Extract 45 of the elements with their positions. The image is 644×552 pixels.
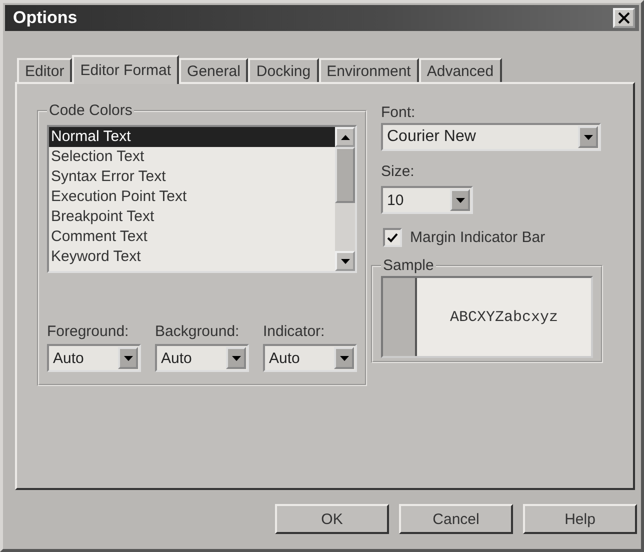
tab[interactable]: Advanced: [418, 58, 502, 82]
list-item[interactable]: Keyword Text: [49, 247, 335, 267]
dialog-button[interactable]: Help: [523, 504, 637, 534]
group-label: Sample: [382, 257, 435, 274]
dropdown-arrow-icon: [340, 356, 348, 360]
color-dropdown[interactable]: Auto: [263, 344, 357, 372]
close-icon: [618, 12, 630, 24]
scroll-bar[interactable]: [335, 127, 355, 271]
scroll-thumb[interactable]: [335, 147, 355, 203]
font-dropdown[interactable]: Courier New: [381, 123, 601, 151]
dropdown-arrow-icon: [456, 198, 464, 202]
close-button[interactable]: [613, 8, 635, 28]
dialog-button[interactable]: OK: [275, 504, 389, 534]
list-item[interactable]: Comment Text: [49, 227, 335, 247]
dialog-button[interactable]: Cancel: [399, 504, 513, 534]
list-item[interactable]: Syntax Error Text: [49, 167, 335, 187]
tab[interactable]: Editor Format: [72, 55, 180, 84]
group-label: Code Colors: [48, 102, 134, 119]
tab[interactable]: Environment: [318, 58, 419, 82]
down-arrow-icon: [340, 258, 350, 264]
checkbox-label: Margin Indicator Bar: [410, 229, 546, 246]
color-dropdown[interactable]: Auto: [47, 344, 141, 372]
font-label: Font:: [381, 104, 416, 121]
list-item[interactable]: Normal Text: [49, 127, 335, 147]
color-dropdown[interactable]: Auto: [155, 344, 249, 372]
checkmark-icon: [387, 232, 398, 242]
size-label: Size:: [381, 163, 416, 180]
checkbox[interactable]: [383, 228, 402, 247]
code-colors-list[interactable]: Normal Text Selection Text Syntax Error Text Execution Point Text Breakpoint Text Comment Text Keyword Text: [47, 125, 357, 273]
tab[interactable]: Docking: [248, 58, 319, 82]
dropdown-arrow-icon: [232, 356, 240, 360]
list-item[interactable]: Execution Point Text: [49, 187, 335, 207]
up-arrow-icon: [340, 134, 350, 140]
sample-text: ABCXYZabcxyz: [448, 308, 560, 328]
dropdown-arrow-icon: [124, 356, 132, 360]
window-title: Options: [13, 8, 78, 28]
tab[interactable]: General: [179, 58, 248, 82]
list-item[interactable]: Breakpoint Text: [49, 207, 335, 227]
dropdown-label: Indicator:: [263, 323, 326, 340]
dropdown-label: Foreground:: [47, 323, 130, 340]
dropdown-label: Background:: [155, 323, 240, 340]
dropdown-arrow-icon: [584, 134, 592, 140]
tab[interactable]: Editor: [17, 58, 72, 82]
list-item[interactable]: Selection Text: [49, 147, 335, 167]
size-dropdown[interactable]: 10: [381, 186, 473, 214]
